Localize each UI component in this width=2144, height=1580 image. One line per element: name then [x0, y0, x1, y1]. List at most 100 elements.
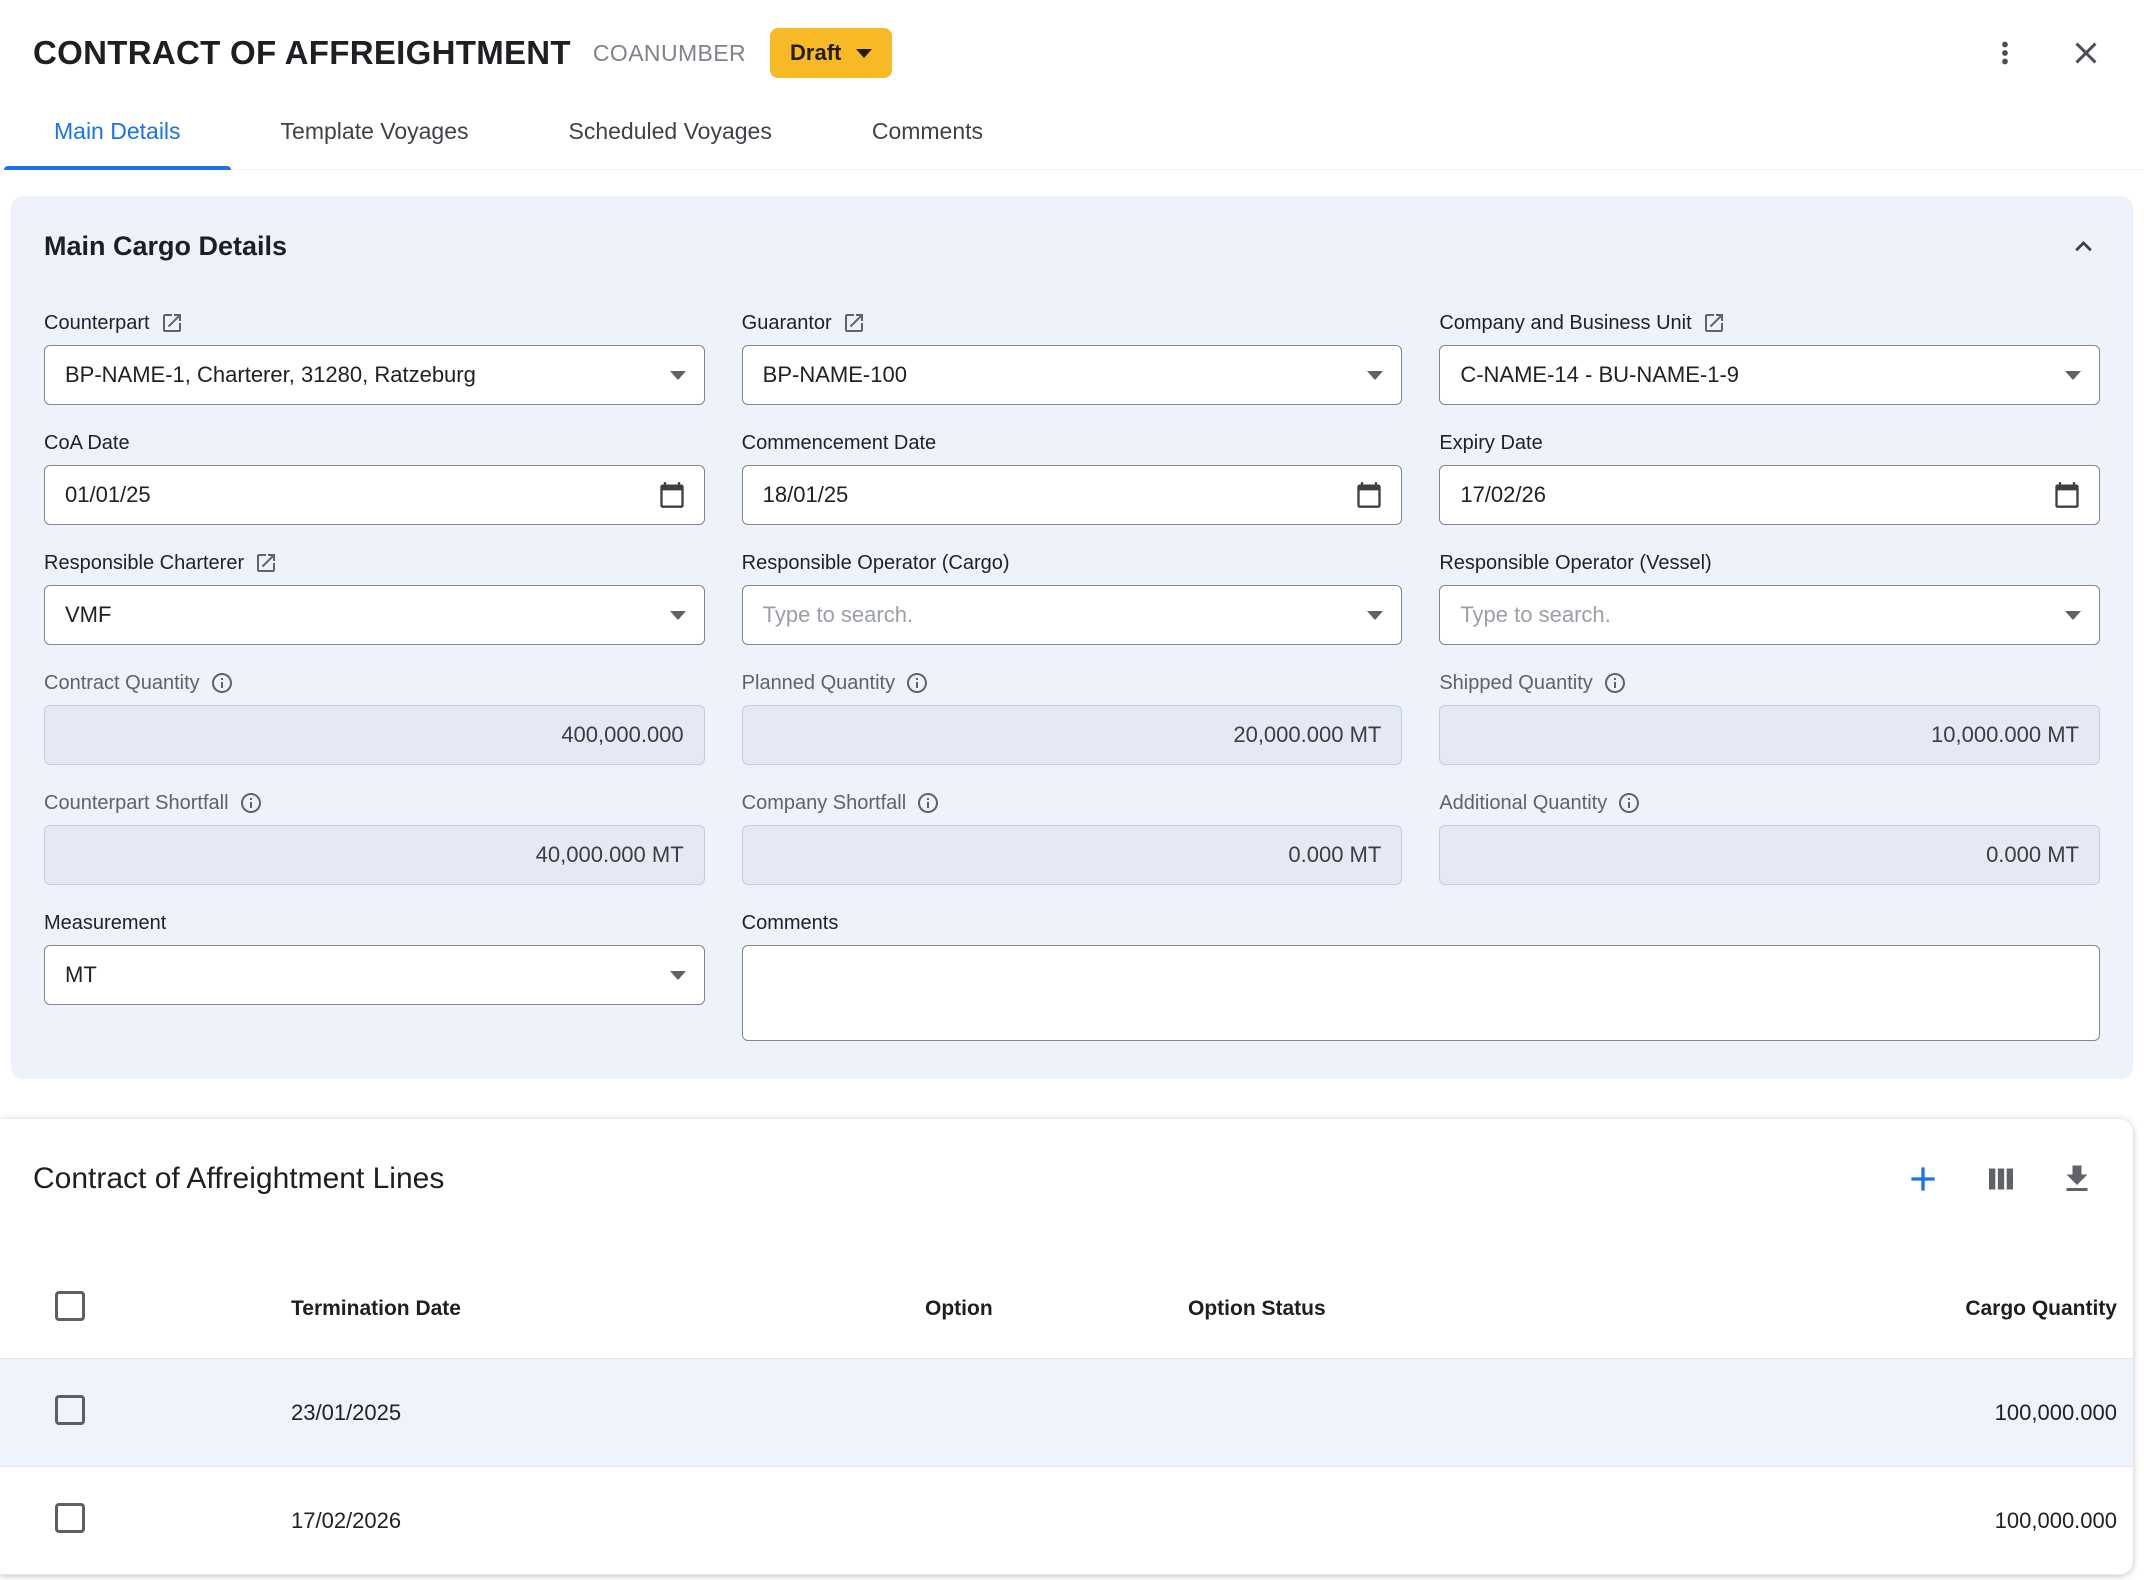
additional-quantity-value: 0.000 MT — [1439, 825, 2100, 885]
info-icon[interactable] — [210, 671, 234, 695]
guarantor-value: BP-NAME-100 — [763, 362, 907, 388]
calendar-icon[interactable] — [2041, 481, 2081, 509]
row-checkbox[interactable] — [55, 1395, 85, 1425]
lines-toolbar — [1903, 1159, 2095, 1199]
cell-select — [33, 1503, 291, 1539]
expiry-date-field: Expiry Date 17/02/26 — [1439, 431, 2100, 525]
chevron-up-icon — [2067, 230, 2100, 263]
tab-template-voyages[interactable]: Template Voyages — [231, 98, 519, 169]
open-in-new-icon[interactable] — [842, 311, 866, 335]
main-cargo-grid: Counterpart BP-NAME-1, Charterer, 31280,… — [44, 311, 2100, 1041]
counterpart-label: Counterpart — [44, 311, 150, 335]
contract-quantity-field: Contract Quantity 400,000.000 — [44, 671, 705, 765]
guarantor-label: Guarantor — [742, 311, 832, 335]
responsible-operator-cargo-search-input[interactable] — [763, 602, 1356, 628]
commencement-date-value: 18/01/25 — [763, 482, 849, 508]
download-button[interactable] — [2059, 1161, 2095, 1197]
planned-quantity-label: Planned Quantity — [742, 671, 895, 695]
coa-date-label: CoA Date — [44, 431, 130, 455]
info-icon[interactable] — [916, 791, 940, 815]
chevron-down-icon — [1367, 371, 1383, 380]
more-menu-button[interactable] — [1988, 36, 2022, 70]
main-cargo-details-section: Main Cargo Details Counterpart BP-NAME-1… — [11, 196, 2133, 1079]
calendar-icon[interactable] — [646, 481, 686, 509]
status-badge[interactable]: Draft — [770, 28, 892, 78]
coa-date-input[interactable]: 01/01/25 — [44, 465, 705, 525]
table-row[interactable]: 17/02/2026 100,000.000 — [0, 1467, 2133, 1575]
responsible-charterer-field: Responsible Charterer VMF — [44, 551, 705, 645]
cell-cargo-quantity: 100,000.000 — [1688, 1400, 2117, 1426]
info-icon[interactable] — [1603, 671, 1627, 695]
chevron-down-icon — [1367, 611, 1383, 620]
responsible-operator-vessel-field: Responsible Operator (Vessel) — [1439, 551, 2100, 645]
info-icon[interactable] — [239, 791, 263, 815]
add-line-button[interactable] — [1903, 1159, 1943, 1199]
columns-button[interactable] — [1983, 1161, 2019, 1197]
coa-date-value: 01/01/25 — [65, 482, 151, 508]
tab-main-details[interactable]: Main Details — [4, 98, 231, 169]
cell-select — [33, 1291, 291, 1327]
company-shortfall-value: 0.000 MT — [742, 825, 1403, 885]
col-option: Option — [925, 1297, 1188, 1321]
open-in-new-icon[interactable] — [160, 311, 184, 335]
responsible-operator-vessel-search-input[interactable] — [1460, 602, 2053, 628]
commencement-date-label: Commencement Date — [742, 431, 937, 455]
chevron-down-icon — [856, 49, 872, 58]
collapse-section-button[interactable] — [2067, 230, 2100, 263]
measurement-value: MT — [65, 962, 97, 988]
shipped-quantity-field: Shipped Quantity 10,000.000 MT — [1439, 671, 2100, 765]
chevron-down-icon — [670, 611, 686, 620]
responsible-charterer-select[interactable]: VMF — [44, 585, 705, 645]
responsible-operator-cargo-field: Responsible Operator (Cargo) — [742, 551, 1403, 645]
open-in-new-icon[interactable] — [254, 551, 278, 575]
counterpart-field: Counterpart BP-NAME-1, Charterer, 31280,… — [44, 311, 705, 405]
calendar-icon[interactable] — [1343, 481, 1383, 509]
col-termination-date: Termination Date — [291, 1297, 925, 1321]
comments-label: Comments — [742, 911, 839, 935]
expiry-date-value: 17/02/26 — [1460, 482, 1546, 508]
expiry-date-input[interactable]: 17/02/26 — [1439, 465, 2100, 525]
comments-textarea[interactable] — [742, 945, 2100, 1041]
tab-comments[interactable]: Comments — [822, 98, 1033, 169]
shipped-quantity-value: 10,000.000 MT — [1439, 705, 2100, 765]
info-icon[interactable] — [1617, 791, 1641, 815]
counterpart-select[interactable]: BP-NAME-1, Charterer, 31280, Ratzeburg — [44, 345, 705, 405]
cell-select — [33, 1395, 291, 1431]
company-business-unit-label: Company and Business Unit — [1439, 311, 1691, 335]
chevron-down-icon — [670, 971, 686, 980]
chevron-down-icon — [2065, 371, 2081, 380]
counterpart-shortfall-field: Counterpart Shortfall 40,000.000 MT — [44, 791, 705, 885]
lines-header: Contract of Affreightment Lines — [0, 1159, 2133, 1199]
coa-number: COANUMBER — [593, 40, 746, 67]
guarantor-select[interactable]: BP-NAME-100 — [742, 345, 1403, 405]
comments-field: Comments — [742, 911, 2100, 1041]
measurement-label: Measurement — [44, 911, 166, 935]
responsible-operator-vessel-label: Responsible Operator (Vessel) — [1439, 551, 1711, 575]
status-badge-label: Draft — [790, 40, 841, 66]
responsible-charterer-value: VMF — [65, 602, 111, 628]
commencement-date-field: Commencement Date 18/01/25 — [742, 431, 1403, 525]
responsible-operator-cargo-select[interactable] — [742, 585, 1403, 645]
measurement-select[interactable]: MT — [44, 945, 705, 1005]
open-in-new-icon[interactable] — [1702, 311, 1726, 335]
contract-quantity-value: 400,000.000 — [44, 705, 705, 765]
window-header: CONTRACT OF AFFREIGHTMENT COANUMBER Draf… — [0, 0, 2144, 78]
coa-lines-section: Contract of Affreightment Lines Terminat… — [0, 1119, 2133, 1575]
close-button[interactable] — [2068, 35, 2104, 71]
select-all-checkbox[interactable] — [55, 1291, 85, 1321]
table-row[interactable]: 23/01/2025 100,000.000 — [0, 1359, 2133, 1467]
page-title: CONTRACT OF AFFREIGHTMENT — [33, 34, 571, 72]
view-column-icon — [1983, 1161, 2019, 1197]
info-icon[interactable] — [905, 671, 929, 695]
counterpart-value: BP-NAME-1, Charterer, 31280, Ratzeburg — [65, 362, 476, 388]
commencement-date-input[interactable]: 18/01/25 — [742, 465, 1403, 525]
company-business-unit-select[interactable]: C-NAME-14 - BU-NAME-1-9 — [1439, 345, 2100, 405]
tab-bar: Main Details Template Voyages Scheduled … — [0, 98, 2144, 170]
tab-scheduled-voyages[interactable]: Scheduled Voyages — [519, 98, 822, 169]
download-icon — [2059, 1161, 2095, 1197]
responsible-operator-cargo-label: Responsible Operator (Cargo) — [742, 551, 1010, 575]
row-checkbox[interactable] — [55, 1503, 85, 1533]
close-icon — [2068, 35, 2104, 71]
responsible-operator-vessel-select[interactable] — [1439, 585, 2100, 645]
section-title: Main Cargo Details — [44, 231, 287, 262]
